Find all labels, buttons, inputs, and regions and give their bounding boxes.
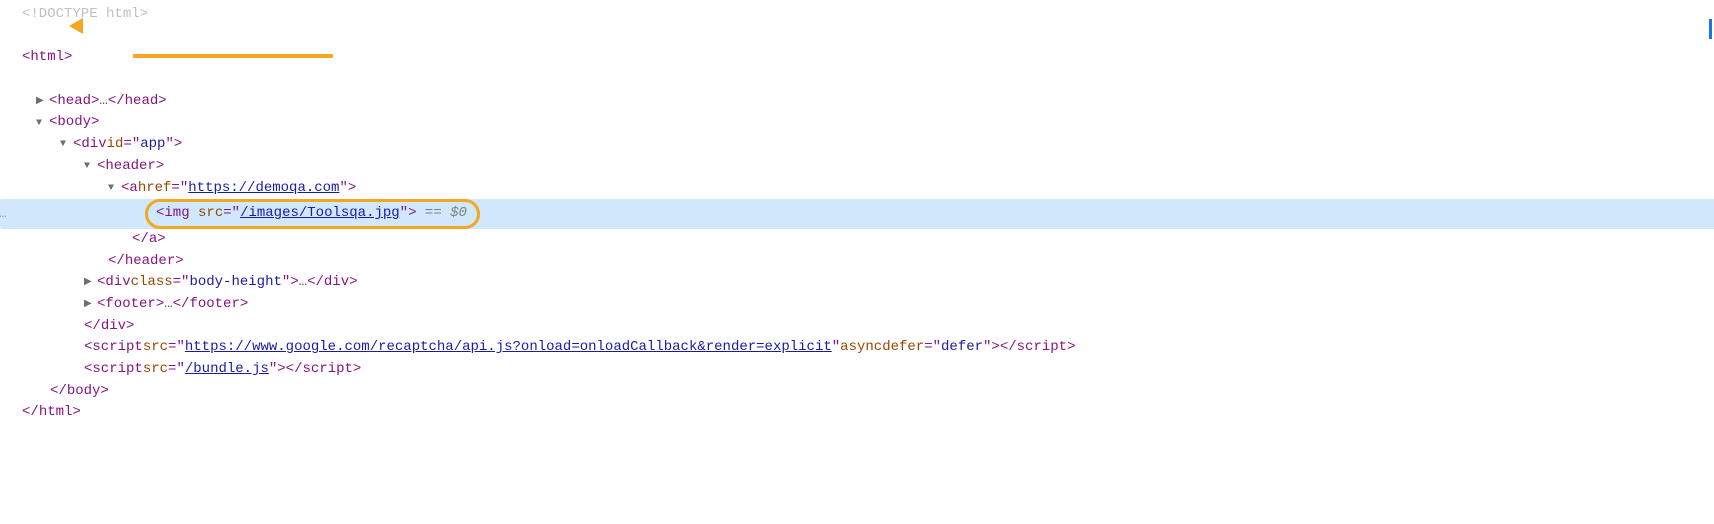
annotation-highlight-oval: <img src="/images/Toolsqa.jpg"> == $0 — [145, 199, 480, 229]
script-bundle-line[interactable]: <script src="/bundle.js"></script> — [22, 359, 1714, 381]
script-recaptcha-line[interactable]: <script src="https://www.google.com/reca… — [22, 337, 1714, 359]
dom-tree: <!DOCTYPE html> <html> ▶<head>…</head> ▼… — [0, 0, 1714, 428]
div-app-close-line[interactable]: </div> — [22, 316, 1714, 338]
href-link[interactable]: https://demoqa.com — [188, 180, 339, 196]
expand-icon[interactable]: ▶ — [84, 297, 96, 313]
src-link[interactable]: /images/Toolsqa.jpg — [240, 205, 400, 221]
expand-icon[interactable]: ▶ — [84, 275, 96, 291]
selected-element-line[interactable]: … ▶<img src="/images/Toolsqa.jpg"> == $0 — [0, 199, 1714, 229]
body-open-line[interactable]: ▼<body> — [22, 112, 1714, 134]
header-open-line[interactable]: ▼<header> — [22, 156, 1714, 178]
html-tag: html — [30, 47, 64, 69]
anchor-close-line[interactable]: </a> — [22, 229, 1714, 251]
body-height-line[interactable]: ▶<div class="body-height">…</div> — [22, 272, 1714, 294]
html-close-line[interactable]: </html> — [22, 402, 1714, 424]
gutter-ellipsis-icon[interactable]: … — [0, 204, 7, 224]
footer-line[interactable]: ▶<footer>…</footer> — [22, 294, 1714, 316]
expand-icon[interactable]: ▶ — [36, 94, 48, 110]
script-src-link[interactable]: https://www.google.com/recaptcha/api.js?… — [185, 339, 832, 355]
body-close-line[interactable]: </body> — [22, 381, 1714, 403]
annotation-arrow — [82, 26, 332, 91]
doctype-line[interactable]: <!DOCTYPE html> — [22, 4, 1714, 26]
selected-ref: == $0 — [417, 205, 467, 221]
html-open-line[interactable]: <html> — [22, 26, 1714, 91]
head-line[interactable]: ▶<head>…</head> — [22, 91, 1714, 113]
script-src-link[interactable]: /bundle.js — [185, 361, 269, 377]
collapse-icon[interactable]: ▼ — [36, 116, 48, 132]
div-app-open-line[interactable]: ▼<div id="app"> — [22, 134, 1714, 156]
doctype: <!DOCTYPE html> — [22, 4, 148, 26]
header-close-line[interactable]: </header> — [22, 251, 1714, 273]
anchor-open-line[interactable]: ▼<a href="https://demoqa.com"> — [22, 178, 1714, 200]
collapse-icon[interactable]: ▼ — [108, 181, 120, 197]
collapse-icon[interactable]: ▼ — [84, 159, 96, 175]
collapse-icon[interactable]: ▼ — [60, 137, 72, 153]
